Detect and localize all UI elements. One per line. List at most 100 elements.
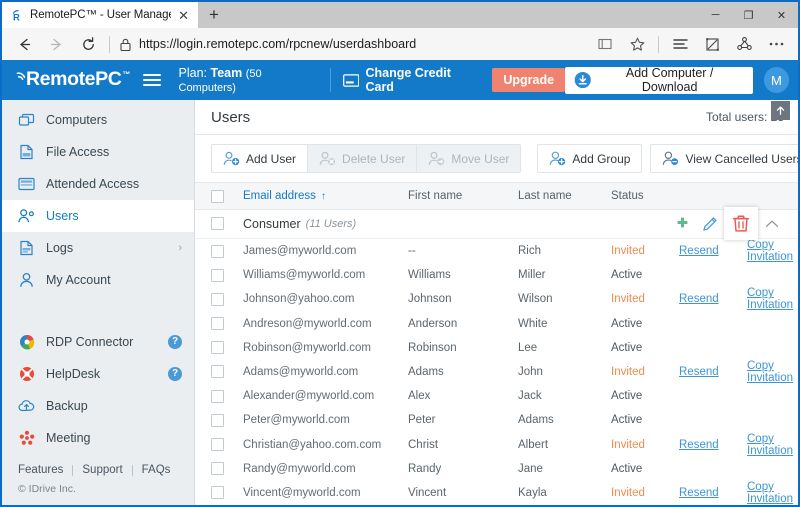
star-icon[interactable] <box>621 30 653 58</box>
remotepc-logo[interactable]: RemotePC ™ <box>14 70 130 90</box>
row-checkbox[interactable] <box>211 486 224 500</box>
resend-link[interactable]: Resend <box>679 366 737 378</box>
cell-email: Williams@myworld.com <box>243 269 366 282</box>
sidebar-item-computers[interactable]: Computers <box>2 104 194 136</box>
minimize-icon[interactable]: ─ <box>699 2 732 28</box>
share-icon[interactable] <box>728 30 760 58</box>
row-checkbox[interactable] <box>211 462 224 476</box>
sidebar-item-rdp-connector[interactable]: RDP Connector ? <box>2 326 194 358</box>
table-row[interactable]: Peter@myworld.com Peter Adams Active <box>195 408 798 433</box>
table-row[interactable]: Vincent@myworld.com Vincent Kayla Invited Re… <box>195 480 798 505</box>
sidebar-nav: Computers File Access Attended Access Us… <box>2 104 194 454</box>
table-row[interactable]: Adams@myworld.com Adams John Invited Resend C… <box>195 359 798 385</box>
table-row[interactable]: Andreson@myworld.com Anderson White Active <box>195 311 798 336</box>
column-header-first-name[interactable]: First name <box>408 190 518 202</box>
copy-invitation-link[interactable]: Copy Invitation <box>747 239 798 263</box>
group-checkbox[interactable] <box>211 217 224 231</box>
help-icon[interactable]: ? <box>168 335 182 349</box>
table-row[interactable]: Christian@yahoo.com.com Christ Albert Invit… <box>195 432 798 457</box>
change-credit-card-button[interactable]: Change Credit Card <box>343 66 479 94</box>
sidebar: Computers File Access Attended Access Us… <box>2 100 195 505</box>
browser-tab-active[interactable]: R RemotePC™ - User Management ✕ <box>2 2 198 28</box>
column-header-last-name[interactable]: Last name <box>518 190 611 202</box>
table-header: Email address ↑ First name Last name Stat… <box>195 182 798 210</box>
add-group-button[interactable]: Add Group <box>537 144 643 174</box>
sidebar-item-my-account[interactable]: My Account <box>2 264 194 296</box>
nav-divider <box>109 35 110 53</box>
footer-link-features[interactable]: Features <box>18 464 63 476</box>
row-checkbox[interactable] <box>211 317 224 331</box>
view-cancelled-users-button[interactable]: View Cancelled Users <box>650 144 798 174</box>
more-icon[interactable] <box>760 30 792 58</box>
sidebar-item-file-access[interactable]: File Access <box>2 136 194 168</box>
copy-invitation-link[interactable]: Copy Invitation <box>747 360 798 384</box>
resend-link[interactable]: Resend <box>679 439 737 451</box>
footer-link-support[interactable]: Support <box>82 464 122 476</box>
sidebar-item-logs[interactable]: Logs › <box>2 232 194 264</box>
avatar[interactable]: M <box>763 67 789 93</box>
resend-link[interactable]: Resend <box>679 487 737 499</box>
row-checkbox[interactable] <box>211 292 224 306</box>
column-header-email[interactable]: Email address ↑ <box>243 190 408 202</box>
row-checkbox[interactable] <box>211 389 224 403</box>
edit-group-icon[interactable] <box>696 210 724 237</box>
tab-close-icon[interactable]: ✕ <box>177 9 190 22</box>
table-row[interactable]: Alexander@myworld.com Alex Jack Active <box>195 384 798 409</box>
resend-link[interactable]: Resend <box>679 245 737 257</box>
row-checkbox[interactable] <box>211 413 224 427</box>
add-computer-download-button[interactable]: Add Computer / Download <box>565 66 753 94</box>
delete-group-icon[interactable] <box>724 207 758 241</box>
column-header-status[interactable]: Status <box>611 190 679 202</box>
resend-link[interactable]: Resend <box>679 293 737 305</box>
scroll-to-top-button[interactable] <box>771 101 790 120</box>
row-checkbox[interactable] <box>211 268 224 282</box>
help-icon[interactable]: ? <box>168 367 182 381</box>
sidebar-item-backup[interactable]: Backup <box>2 390 194 422</box>
move-user-button[interactable]: Move User <box>416 144 522 174</box>
copy-invitation-link[interactable]: Copy Invitation <box>747 287 798 311</box>
table-row[interactable]: Johnson@yahoo.com Johnson Wilson Invited Res… <box>195 287 798 312</box>
cancelled-users-icon <box>662 150 679 167</box>
hub-icon[interactable] <box>664 30 696 58</box>
select-all-checkbox[interactable] <box>211 189 224 203</box>
delete-user-button[interactable]: Delete User <box>307 144 417 174</box>
table-row[interactable]: James@myworld.com -- Rich Invited Resend Copy… <box>195 238 798 264</box>
table-row[interactable]: Williams@myworld.com Williams Miller Active <box>195 263 798 288</box>
back-icon[interactable] <box>8 30 40 58</box>
row-actions: Resend Copy Invitation <box>679 481 798 505</box>
cell-last-name: Lee <box>518 341 538 354</box>
close-window-icon[interactable]: ✕ <box>765 2 798 28</box>
reading-view-icon[interactable] <box>589 30 621 58</box>
copy-invitation-link[interactable]: Copy Invitation <box>747 433 798 457</box>
menu-hamburger-icon[interactable] <box>143 74 161 86</box>
table-row[interactable]: Randy@myworld.com Randy Jane Active <box>195 456 798 481</box>
forward-icon[interactable] <box>40 30 72 58</box>
upgrade-button[interactable]: Upgrade <box>492 68 566 92</box>
cell-last-name: White <box>518 317 548 330</box>
row-checkbox[interactable] <box>211 341 224 355</box>
new-tab-button[interactable]: + <box>198 2 230 28</box>
maximize-icon[interactable]: ❐ <box>732 2 765 28</box>
sidebar-item-attended-access[interactable]: Attended Access <box>2 168 194 200</box>
address-bar[interactable]: https://login.remotepc.com/rpcnew/userda… <box>115 30 589 58</box>
helpdesk-icon <box>18 366 35 383</box>
row-checkbox[interactable] <box>211 365 224 379</box>
row-checkbox[interactable] <box>211 244 224 258</box>
row-checkbox[interactable] <box>211 438 224 452</box>
reload-icon[interactable] <box>72 30 104 58</box>
note-icon[interactable] <box>696 30 728 58</box>
sidebar-item-users[interactable]: Users <box>2 200 194 232</box>
page-header: Users Total users: 23 <box>195 100 798 136</box>
add-user-to-group-icon[interactable] <box>668 210 696 237</box>
copy-invitation-link[interactable]: Copy Invitation <box>747 481 798 505</box>
sidebar-item-meeting[interactable]: Meeting <box>2 422 194 454</box>
group-row-consumer[interactable]: Consumer (11 Users) <box>195 207 798 241</box>
table-row[interactable]: Robinson@myworld.com Robinson Lee Active <box>195 335 798 360</box>
cell-last-name: Wilson <box>518 293 553 306</box>
sidebar-item-helpdesk[interactable]: HelpDesk ? <box>2 358 194 390</box>
chevron-up-icon[interactable] <box>758 210 786 237</box>
footer-link-faqs[interactable]: FAQs <box>142 464 171 476</box>
column-label-email: Email address <box>243 190 316 203</box>
add-user-button[interactable]: Add User <box>211 144 308 174</box>
plan-name: Team <box>210 66 243 80</box>
